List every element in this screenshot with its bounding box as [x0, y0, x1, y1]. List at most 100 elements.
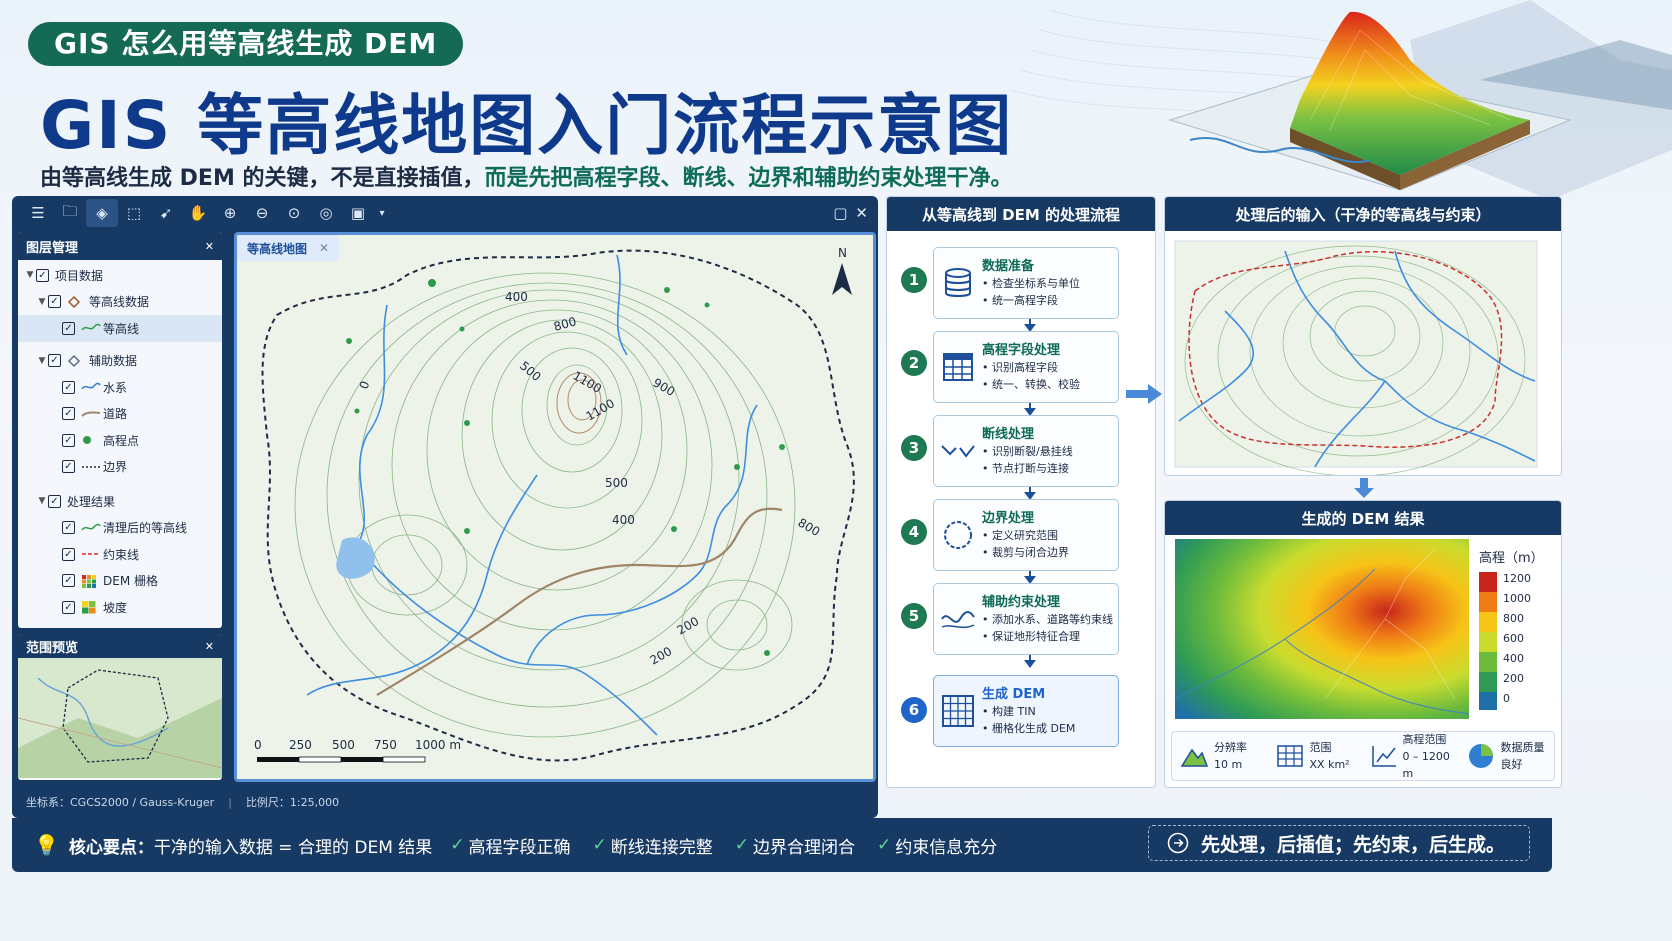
layer-checkbox[interactable]: ✓: [36, 268, 49, 282]
pointer-icon[interactable]: ➹: [150, 199, 182, 227]
layer-checkbox[interactable]: ✓: [62, 460, 75, 474]
layer-group-project[interactable]: ▼ ✓ 项目数据: [18, 262, 222, 289]
dem-raster-image[interactable]: [1175, 539, 1469, 719]
step-line: • 检查坐标系与单位: [982, 276, 1080, 290]
chevron-down-icon[interactable]: ▼: [24, 270, 36, 280]
layer-group-auxiliary[interactable]: ▼ ✓ 辅助数据: [18, 348, 222, 375]
layer-group-results[interactable]: ▼ ✓ 处理结果: [18, 488, 222, 515]
layer-checkbox[interactable]: ✓: [62, 521, 75, 535]
chevron-down-icon[interactable]: ▼: [36, 496, 48, 506]
contour-line-icon: [81, 523, 103, 533]
layer-elevation-points[interactable]: ✓ 高程点: [18, 427, 222, 454]
step-elevation-field[interactable]: 高程字段处理 • 识别高程字段 • 统一、转换、校验: [933, 331, 1119, 403]
legend-value: 1000: [1503, 592, 1531, 605]
layer-checkbox[interactable]: ✓: [62, 574, 75, 588]
layer-checkbox[interactable]: ✓: [48, 295, 61, 309]
close-icon[interactable]: ✕: [319, 241, 329, 255]
dem-result-title: 生成的 DEM 结果: [1165, 501, 1561, 535]
chevron-down-icon[interactable]: ▼: [36, 297, 48, 307]
maximize-icon[interactable]: ▢: [833, 204, 847, 222]
layer-group-contours[interactable]: ▼ ✓ 等高线数据: [18, 289, 222, 316]
menu-icon[interactable]: ☰: [22, 199, 54, 227]
key-points-bar: 💡 核心要点： 干净的输入数据 = 合理的 DEM 结果 ✓ 高程字段正确 ✓ 断线…: [12, 818, 1552, 872]
mountain-icon: [1180, 748, 1208, 767]
processed-input-map[interactable]: [1165, 231, 1562, 476]
check-icon: ✓: [450, 835, 465, 855]
layer-boundary[interactable]: ✓ 边界: [18, 454, 222, 481]
contour-map-frame[interactable]: 等高线地图 ✕ 400 800 900 1100 1100 500 500 40…: [234, 232, 876, 782]
pan-hand-icon[interactable]: ✋: [182, 199, 214, 227]
chevron-down-icon[interactable]: ▾: [374, 199, 390, 227]
layer-constraints[interactable]: ✓ 约束线: [18, 541, 222, 568]
step-line: • 统一高程字段: [982, 293, 1058, 307]
layer-label: 道路: [103, 407, 128, 422]
step-line: • 构建 TIN: [982, 704, 1036, 718]
overview-panel: 范围预览 ✕: [18, 634, 222, 780]
check-item: 边界合理闭合: [753, 837, 856, 858]
step-title: 高程字段处理: [982, 342, 1061, 358]
layer-checkbox[interactable]: ✓: [62, 407, 75, 421]
step-line: • 裁剪与闭合边界: [982, 545, 1069, 559]
overview-map[interactable]: [18, 658, 222, 778]
layer-checkbox[interactable]: ✓: [48, 494, 61, 508]
layer-slope[interactable]: ✓ 坡度: [18, 594, 222, 621]
layer-checkbox[interactable]: ✓: [62, 547, 75, 561]
step-boundary[interactable]: 边界处理 • 定义研究范围 • 裁剪与闭合边界: [933, 499, 1119, 571]
layer-checkbox[interactable]: ✓: [62, 380, 75, 394]
zoom-in-icon[interactable]: ⊕: [214, 199, 246, 227]
select-icon[interactable]: ⬚: [118, 199, 150, 227]
layer-panel-title: 图层管理: [26, 240, 79, 256]
chevron-down-icon[interactable]: ▼: [36, 356, 48, 366]
down-arrow-icon: [1024, 660, 1036, 668]
layer-dem-raster[interactable]: ✓ DEM 栅格: [18, 568, 222, 595]
layer-label: 坡度: [103, 600, 128, 615]
contour-map[interactable]: 400 800 900 1100 1100 500 500 400 200 20…: [237, 235, 873, 779]
raster-icon: [81, 600, 103, 614]
step-line: • 识别断裂/悬挂线: [982, 444, 1073, 458]
layer-roads[interactable]: ✓ 道路: [18, 401, 222, 428]
map-contour-label: 400: [612, 513, 635, 527]
layer-contours[interactable]: ✓ 等高线: [18, 315, 222, 342]
extent-icon[interactable]: ▣: [342, 199, 374, 227]
step-constraints[interactable]: 辅助约束处理 • 添加水系、道路等约束线 • 保证地形特征合理: [933, 583, 1119, 655]
step-line: • 添加水系、道路等约束线: [982, 612, 1113, 626]
step-line: • 识别高程字段: [982, 360, 1058, 374]
close-icon[interactable]: ✕: [205, 240, 214, 253]
close-icon[interactable]: ✕: [205, 640, 214, 653]
layer-checkbox[interactable]: ✓: [62, 433, 75, 447]
scale-readout: 比例尺：1:25,000: [245, 796, 340, 809]
step-generate-dem[interactable]: 生成 DEM • 构建 TIN • 栅格化生成 DEM: [933, 675, 1119, 747]
layer-rivers[interactable]: ✓ 水系: [18, 374, 222, 401]
layers-icon[interactable]: ◈: [86, 199, 118, 227]
folder-icon[interactable]: 🗀: [54, 199, 86, 227]
zoom-out-icon[interactable]: ⊖: [246, 199, 278, 227]
layer-checkbox[interactable]: ✓: [62, 321, 75, 335]
subtitle-highlight: 而是先把高程字段、断线、边界和辅助约束处理干净。: [484, 166, 1013, 191]
layer-checkbox[interactable]: ✓: [62, 600, 75, 614]
step-data-prep[interactable]: 数据准备 • 检查坐标系与单位 • 统一高程字段: [933, 247, 1119, 319]
layer-label: DEM 栅格: [103, 574, 158, 589]
step-line: • 保证地形特征合理: [982, 629, 1080, 643]
tab-contour-map[interactable]: 等高线地图 ✕: [237, 235, 340, 261]
zoom-extent-icon[interactable]: ⊙: [278, 199, 310, 227]
step-line: • 节点打断与连接: [982, 461, 1069, 475]
lightbulb-icon: 💡: [34, 833, 59, 857]
layer-checkbox[interactable]: ✓: [48, 354, 61, 368]
check-item: 断线连接完整: [610, 837, 713, 858]
page-title: GIS 等高线地图入门流程示意图: [40, 87, 1014, 164]
workflow-panel: 从等高线到 DEM 的处理流程 1 数据准备 • 检查坐标系与单位 • 统一高程字段…: [886, 196, 1156, 788]
gis-window: ☰ 🗀 ◈ ⬚ ➹ ✋ ⊕ ⊖ ⊙ ◎ ▣ ▾ ▢ ✕ 图层管理 ✕ ▼ ✓ 项目数据…: [12, 196, 878, 818]
layer-label: 约束线: [103, 547, 140, 562]
topic-pill: GIS 怎么用等高线生成 DEM: [28, 22, 464, 66]
layer-clean-contours[interactable]: ✓ 清理后的等高线: [18, 515, 222, 542]
key-text: 干净的输入数据 = 合理的 DEM 结果: [153, 837, 433, 858]
step-breaklines[interactable]: 断线处理 • 识别断裂/悬挂线 • 节点打断与连接: [933, 415, 1119, 487]
layer-label: 清理后的等高线: [103, 521, 188, 536]
right-arrow-icon: [1126, 384, 1162, 404]
zoom-layer-icon[interactable]: ◎: [310, 199, 342, 227]
close-icon[interactable]: ✕: [855, 204, 868, 222]
step-number: 5: [901, 603, 927, 629]
stat-elevation-range: 高程范围 0 – 1200 m: [1363, 732, 1459, 780]
step-line: • 统一、转换、校验: [982, 377, 1080, 391]
contour-line-icon: [81, 323, 103, 333]
